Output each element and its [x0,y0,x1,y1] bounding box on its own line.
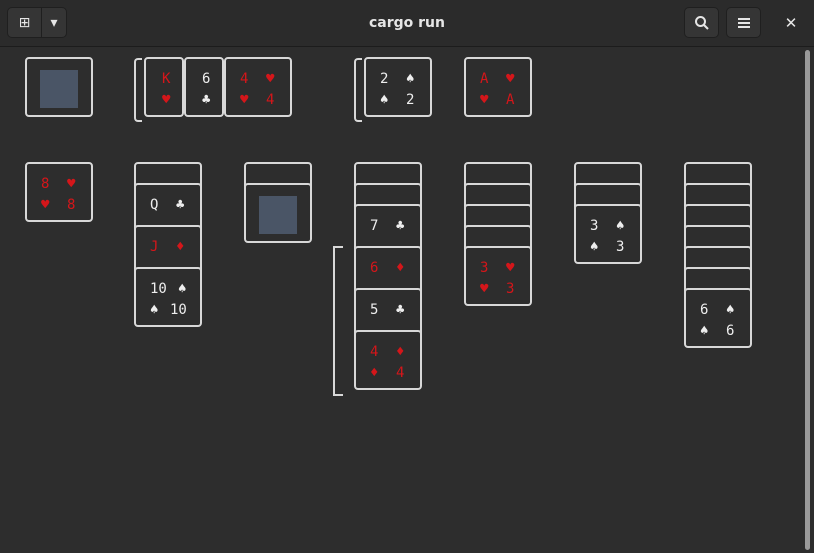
card-suit: ♥ [506,71,515,87]
card-rank: 4 [370,344,379,360]
waste-card[interactable]: K ♥ [144,57,184,117]
empty-slot-marker [40,70,78,108]
card-suit: ♦ [176,239,185,255]
tableau-card[interactable]: 6 ♠ ♠ 6 [684,288,752,348]
empty-tableau-slot[interactable] [244,183,312,243]
empty-slot-marker [259,196,297,234]
card-rank: 3 [480,260,489,276]
card-rank: 10 [150,281,167,297]
card-suit: ♥ [67,176,76,192]
stock-pile[interactable] [25,57,93,117]
title-bar: cargo run ⊞ ▾ ✕ [0,0,814,47]
card-rank: 3 [506,281,515,297]
foundation-pile[interactable]: 2 ♠ ♠ 2 [364,57,432,117]
card-suit: ♦ [396,260,405,276]
card-rank: J [150,239,159,255]
card-suit: ♥ [480,92,489,108]
search-icon [694,15,709,30]
card-suit: ♠ [700,323,709,339]
new-game-button[interactable]: ⊞ [7,7,42,38]
card-rank: 8 [67,197,76,213]
selection-bracket [333,246,343,396]
card-rank: 2 [380,71,389,87]
card-suit: ♥ [506,260,515,276]
card-rank: 6 [700,302,709,318]
card-rank: 8 [41,176,50,192]
tableau-card[interactable]: 3 ♥ ♥ 3 [464,246,532,306]
card-suit: ♠ [150,302,159,318]
card-rank: K [162,71,171,87]
card-suit: ♠ [406,71,415,87]
card-suit: ♥ [240,92,249,108]
close-window-button[interactable]: ✕ [776,7,806,38]
card-rank: 6 [202,71,211,87]
waste-top-card[interactable]: 4 ♥ ♥ 4 [224,57,292,117]
tableau-card[interactable]: 4 ♦ ♦ 4 [354,330,422,390]
tableau-card[interactable]: 3 ♠ ♠ 3 [574,204,642,264]
card-suit: ♦ [370,365,379,381]
vertical-scrollbar[interactable] [805,50,810,550]
card-rank: 6 [370,260,379,276]
tableau-card[interactable]: 10 ♠ ♠ 10 [134,267,202,327]
card-suit: ♠ [380,92,389,108]
card-rank: 3 [616,239,625,255]
card-suit: ♥ [162,92,171,108]
new-game-dropdown-button[interactable]: ▾ [41,7,67,38]
card-suit: ♠ [178,281,187,297]
card-suit: ♥ [480,281,489,297]
close-icon: ✕ [784,13,798,32]
waste-card[interactable]: 6 ♣ [184,57,224,117]
card-suit: ♥ [41,197,50,213]
main-menu-button[interactable] [726,7,761,38]
card-rank: 3 [590,218,599,234]
card-rank: Q [150,197,159,213]
card-suit: ♠ [726,302,735,318]
hamburger-menu-icon [737,17,750,28]
card-rank: A [506,92,515,108]
card-suit: ♦ [396,344,405,360]
card-suit: ♠ [590,239,599,255]
foundation-bracket [354,58,362,122]
card-rank: 10 [170,302,187,318]
search-button[interactable] [684,7,719,38]
card-suit: ♣ [176,197,185,213]
chevron-down-icon: ▾ [50,14,58,31]
card-rank: 4 [396,365,405,381]
card-rank: 7 [370,218,379,234]
card-rank: 2 [406,92,415,108]
card-suit: ♣ [202,92,211,108]
card-suit: ♣ [396,218,405,234]
card-suit: ♠ [616,218,625,234]
tableau-card[interactable]: 8 ♥ ♥ 8 [25,162,93,222]
card-rank: A [480,71,489,87]
card-suit: ♥ [266,71,275,87]
new-game-icon: ⊞ [18,14,31,31]
card-rank: 4 [266,92,275,108]
card-rank: 5 [370,302,379,318]
waste-pile-bracket [134,58,142,122]
card-rank: 6 [726,323,735,339]
card-suit: ♣ [396,302,405,318]
foundation-pile[interactable]: A ♥ ♥ A [464,57,532,117]
card-rank: 4 [240,71,249,87]
